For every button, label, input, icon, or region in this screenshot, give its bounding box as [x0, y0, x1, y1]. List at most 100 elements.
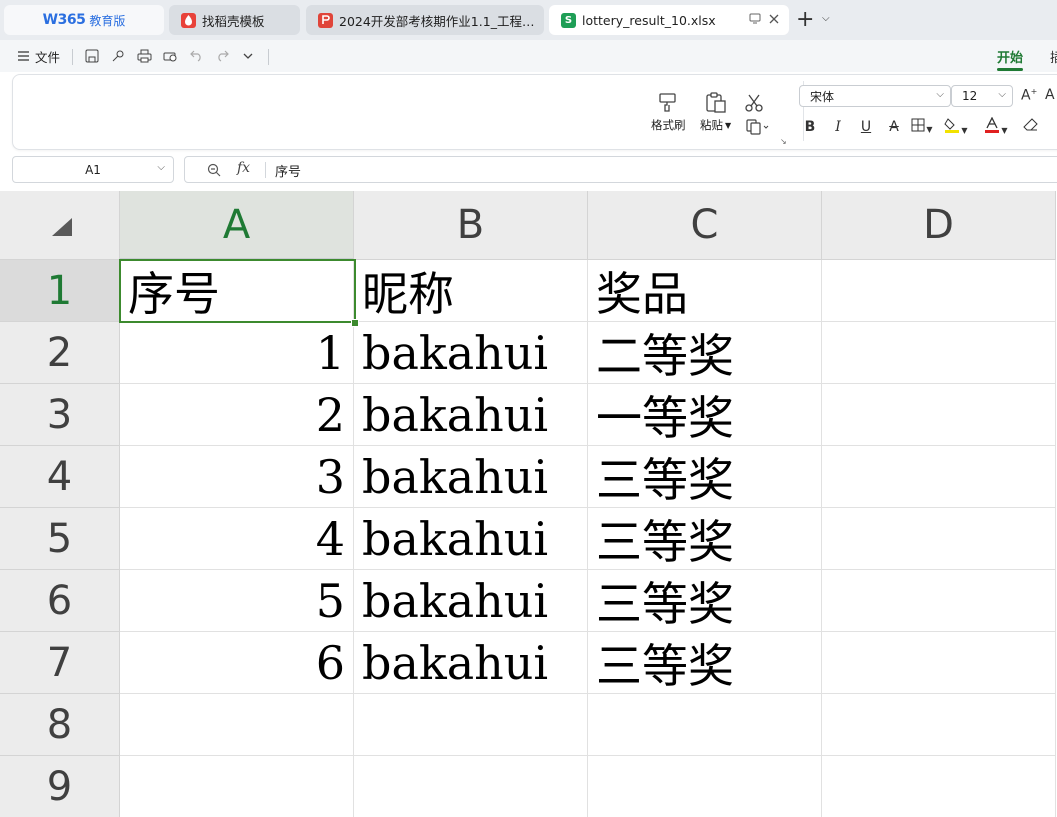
table-cell[interactable]: bakahui — [354, 632, 588, 694]
table-cell[interactable]: 1 — [120, 322, 354, 384]
table-cell[interactable] — [822, 384, 1056, 446]
clipboard-launcher-icon[interactable]: ↘ — [780, 137, 787, 146]
table-cell[interactable] — [588, 756, 822, 817]
row-header[interactable]: 7 — [0, 632, 120, 694]
chevron-down-icon[interactable]: ⌵ — [822, 13, 830, 24]
select-all-button[interactable] — [0, 191, 120, 260]
fill-color-icon[interactable]: ▼ — [936, 117, 976, 137]
table-cell[interactable] — [822, 446, 1056, 508]
tab-pdf-document[interactable]: 2024开发部考核期作业1.1_工程松鼠... — [306, 5, 544, 35]
eraser-icon[interactable] — [1016, 118, 1044, 136]
row-header[interactable]: 3 — [0, 384, 120, 446]
tab-spreadsheet-active[interactable]: S lottery_result_10.xlsx — [549, 5, 789, 35]
table-cell[interactable]: bakahui — [354, 508, 588, 570]
table-cell[interactable]: 2 — [120, 384, 354, 446]
tab-docer-templates[interactable]: 找稻壳模板 — [169, 5, 300, 35]
table-cell[interactable]: 5 — [120, 570, 354, 632]
table-cell[interactable]: 4 — [120, 508, 354, 570]
table-cell[interactable] — [588, 694, 822, 756]
table-cell[interactable]: 三等奖 — [588, 446, 822, 508]
close-icon[interactable] — [769, 13, 779, 28]
table-cell[interactable]: 三等奖 — [588, 632, 822, 694]
font-color-icon[interactable]: ▼ — [976, 116, 1016, 137]
increase-font-icon[interactable]: A+ — [1021, 87, 1037, 104]
formula-input[interactable]: 序号 — [275, 161, 301, 180]
font-family-select[interactable]: 宋体 ⌵ — [799, 85, 951, 107]
table-cell[interactable]: bakahui — [354, 570, 588, 632]
table-cell[interactable] — [354, 694, 588, 756]
table-cell[interactable]: bakahui — [354, 384, 588, 446]
table-cell[interactable] — [354, 756, 588, 817]
new-tab-icon[interactable]: + — [796, 9, 814, 31]
fill-handle[interactable] — [351, 319, 359, 327]
print-preview-icon[interactable] — [162, 48, 178, 64]
cell-reference: A1 — [85, 162, 101, 177]
table-cell[interactable] — [822, 632, 1056, 694]
table-cell[interactable]: 昵称 — [354, 260, 588, 322]
column-header[interactable]: A — [120, 191, 354, 260]
tab-label: lottery_result_10.xlsx — [582, 12, 716, 28]
table-cell[interactable]: bakahui — [354, 446, 588, 508]
table-cell[interactable]: 6 — [120, 632, 354, 694]
table-cell[interactable]: 三等奖 — [588, 508, 822, 570]
table-cell[interactable]: 三等奖 — [588, 570, 822, 632]
chevron-down-icon: ⌵ — [936, 89, 944, 100]
bold-icon[interactable]: B — [796, 119, 824, 135]
window-restore-icon[interactable] — [749, 13, 761, 28]
row-header[interactable]: 2 — [0, 322, 120, 384]
paste-button[interactable]: 粘贴 ▼ — [700, 87, 731, 133]
font-family-value: 宋体 — [810, 89, 835, 104]
table-cell[interactable] — [822, 694, 1056, 756]
row-header[interactable]: 1 — [0, 260, 120, 322]
row-header[interactable]: 5 — [0, 508, 120, 570]
font-size-select[interactable]: 12 ⌵ — [951, 85, 1013, 107]
table-cell[interactable] — [120, 756, 354, 817]
table-cell[interactable]: 奖品 — [588, 260, 822, 322]
underline-icon[interactable]: U — [852, 119, 880, 135]
table-cell[interactable]: 一等奖 — [588, 384, 822, 446]
table-cell[interactable] — [822, 260, 1056, 322]
table-cell[interactable]: 3 — [120, 446, 354, 508]
tab-home[interactable]: W365 教育版 — [4, 5, 164, 35]
row-header[interactable]: 4 — [0, 446, 120, 508]
row-header[interactable]: 6 — [0, 570, 120, 632]
table-cell[interactable]: 序号 — [120, 260, 354, 322]
table-cell[interactable] — [822, 756, 1056, 817]
formula-bar[interactable]: fx 序号 — [184, 156, 1057, 183]
table-cell[interactable] — [822, 570, 1056, 632]
spreadsheet-grid[interactable]: A B C D 1 序号 昵称 奖品 2 1 bakahui 二等奖 3 2 bakahui 一等奖 4 3 bak… — [0, 191, 1057, 817]
border-icon[interactable]: ▼ — [908, 118, 936, 136]
save-icon[interactable] — [84, 48, 100, 64]
copy-button[interactable] — [746, 117, 770, 135]
app-logo: W365 — [42, 12, 86, 28]
tab-insert[interactable]: 插 — [1050, 47, 1057, 66]
table-cell[interactable] — [822, 322, 1056, 384]
format-painter-button[interactable]: 格式刷 — [651, 87, 686, 133]
print-icon[interactable] — [136, 48, 152, 64]
table-cell[interactable] — [120, 694, 354, 756]
row-header[interactable]: 8 — [0, 694, 120, 756]
share-icon[interactable] — [110, 48, 126, 64]
undo-icon[interactable] — [188, 48, 204, 64]
table-cell[interactable]: 二等奖 — [588, 322, 822, 384]
table-cell[interactable] — [822, 508, 1056, 570]
table-cell[interactable]: bakahui — [354, 322, 588, 384]
column-header[interactable]: B — [354, 191, 588, 260]
italic-icon[interactable]: I — [824, 119, 852, 135]
file-menu-button[interactable]: 文件 — [18, 47, 60, 66]
tab-start[interactable]: 开始 — [997, 47, 1023, 66]
zoom-icon[interactable] — [207, 162, 221, 181]
name-box[interactable]: A1 ⌵ — [12, 156, 174, 183]
row-header[interactable]: 9 — [0, 756, 120, 817]
function-icon[interactable]: fx — [237, 160, 250, 176]
format-painter-label: 格式刷 — [651, 118, 686, 132]
cut-button[interactable] — [744, 87, 764, 113]
column-header[interactable]: C — [588, 191, 822, 260]
decrease-font-icon[interactable]: A — [1045, 87, 1055, 103]
chevron-down-icon[interactable] — [240, 48, 256, 64]
copy-icon — [746, 117, 770, 135]
strikethrough-icon[interactable]: A — [880, 119, 908, 135]
redo-icon[interactable] — [214, 48, 230, 64]
menu-bar: 文件 开始 插 — [0, 40, 1057, 72]
column-header[interactable]: D — [822, 191, 1056, 260]
